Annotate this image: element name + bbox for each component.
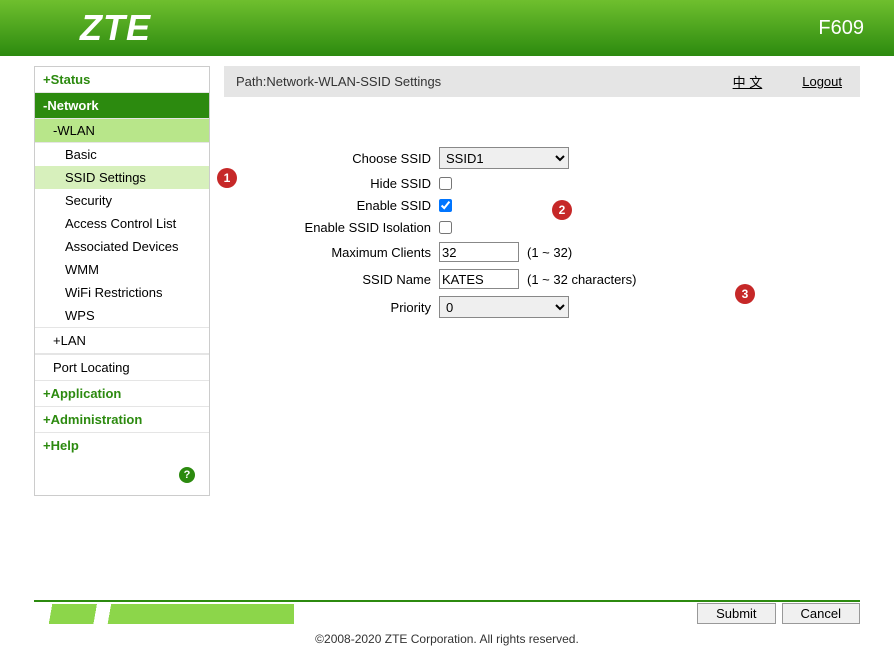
form-area: Choose SSID SSID1 Hide SSID Enable SSID … [224, 97, 860, 345]
content: Path:Network-WLAN-SSID Settings 中 文 Logo… [224, 66, 860, 496]
nav-lan[interactable]: +LAN [35, 327, 209, 354]
label-enable-ssid: Enable SSID [284, 198, 439, 213]
label-choose-ssid: Choose SSID [284, 151, 439, 166]
stripe-decoration [34, 604, 294, 624]
choose-ssid-select[interactable]: SSID1 [439, 147, 569, 169]
logo: ZTE [80, 7, 151, 49]
label-max-clients: Maximum Clients [284, 245, 439, 260]
nav-wlan[interactable]: -WLAN [35, 119, 209, 143]
ssid-name-hint: (1 ~ 32 characters) [527, 272, 636, 287]
model-label: F609 [818, 17, 864, 40]
label-priority: Priority [284, 300, 439, 315]
breadcrumb: Path:Network-WLAN-SSID Settings [236, 74, 733, 89]
nav-help[interactable]: +Help [35, 433, 209, 458]
logout-link[interactable]: Logout [802, 74, 842, 89]
nav-wifi-restrictions[interactable]: WiFi Restrictions [35, 281, 209, 304]
pathbar: Path:Network-WLAN-SSID Settings 中 文 Logo… [224, 66, 860, 97]
label-ssid-name: SSID Name [284, 272, 439, 287]
nav-wps[interactable]: WPS [35, 304, 209, 327]
label-hide-ssid: Hide SSID [284, 176, 439, 191]
enable-ssid-checkbox[interactable] [439, 199, 452, 212]
language-link[interactable]: 中 文 [733, 72, 763, 91]
nav-basic[interactable]: Basic [35, 143, 209, 166]
hide-ssid-checkbox[interactable] [439, 177, 452, 190]
header: ZTE F609 [0, 0, 894, 56]
ssid-name-input[interactable] [439, 269, 519, 289]
help-icon[interactable]: ? [179, 467, 195, 483]
nav-administration[interactable]: +Administration [35, 407, 209, 433]
cancel-button[interactable]: Cancel [782, 603, 860, 624]
nav-network[interactable]: -Network [35, 93, 209, 119]
nav-security[interactable]: Security [35, 189, 209, 212]
callout-2: 2 [552, 200, 572, 220]
max-clients-hint: (1 ~ 32) [527, 245, 572, 260]
isolation-checkbox[interactable] [439, 221, 452, 234]
label-isolation: Enable SSID Isolation [284, 220, 439, 235]
nav-ssid-settings[interactable]: SSID Settings [35, 166, 209, 189]
nav-status[interactable]: +Status [35, 67, 209, 93]
copyright: ©2008-2020 ZTE Corporation. All rights r… [0, 632, 894, 646]
nav-port-locating[interactable]: Port Locating [35, 354, 209, 381]
submit-button[interactable]: Submit [697, 603, 775, 624]
nav-associated[interactable]: Associated Devices [35, 235, 209, 258]
nav-acl[interactable]: Access Control List [35, 212, 209, 235]
nav-application[interactable]: +Application [35, 381, 209, 407]
callout-3: 3 [735, 284, 755, 304]
priority-select[interactable]: 0 [439, 296, 569, 318]
help-icon-wrap: ? [35, 458, 209, 495]
sidebar: +Status -Network -WLAN Basic SSID Settin… [34, 66, 210, 496]
nav-wmm[interactable]: WMM [35, 258, 209, 281]
footer-bar: Submit Cancel [34, 600, 860, 624]
max-clients-input[interactable] [439, 242, 519, 262]
callout-1: 1 [217, 168, 237, 188]
